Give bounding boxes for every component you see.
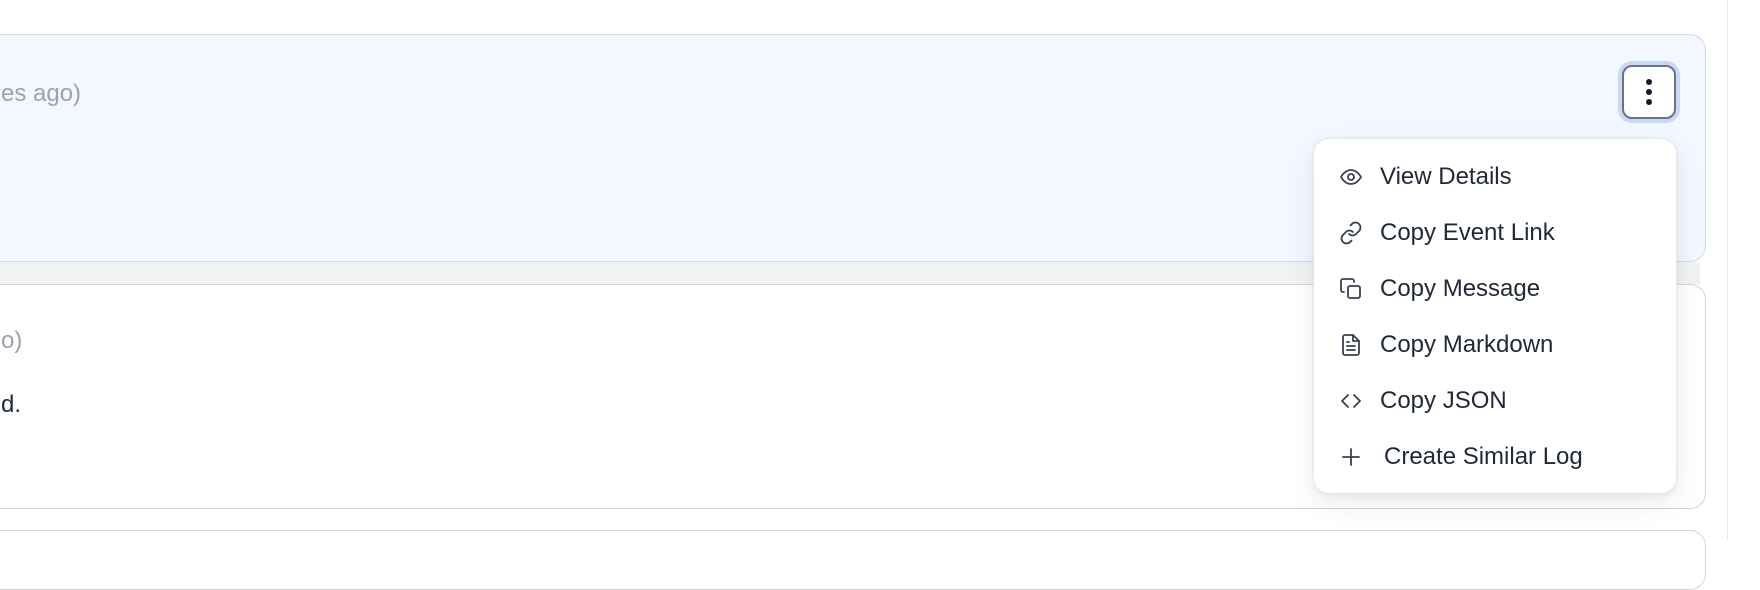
eye-icon (1338, 164, 1364, 190)
plus-icon (1338, 444, 1364, 470)
log-entry-card[interactable] (0, 530, 1706, 590)
code-icon (1338, 388, 1364, 414)
log-entry-message: d. (1, 391, 22, 418)
menu-item-label: Copy Markdown (1380, 331, 1554, 358)
menu-item-label: Copy Event Link (1380, 219, 1555, 246)
menu-item-label: Copy JSON (1380, 387, 1507, 414)
menu-item-copy-message[interactable]: Copy Message (1314, 261, 1676, 317)
log-entry-time: o) (1, 327, 23, 354)
menu-item-copy-event-link[interactable]: Copy Event Link (1314, 205, 1676, 261)
menu-item-copy-markdown[interactable]: Copy Markdown (1314, 317, 1676, 373)
menu-item-create-similar-log[interactable]: Create Similar Log (1314, 429, 1676, 485)
more-actions-button[interactable] (1622, 65, 1676, 119)
more-vertical-icon (1646, 79, 1652, 105)
menu-item-view-details[interactable]: View Details (1314, 149, 1676, 205)
file-text-icon (1338, 332, 1364, 358)
actions-dropdown-menu: View Details Copy Event Link Copy Messag… (1313, 138, 1677, 494)
link-icon (1338, 220, 1364, 246)
menu-item-label: Copy Message (1380, 275, 1541, 302)
scrollbar-track[interactable] (1727, 0, 1728, 540)
copy-icon (1338, 276, 1364, 302)
menu-item-label: Create Similar Log (1384, 443, 1583, 470)
menu-item-label: View Details (1380, 163, 1512, 190)
log-entry-time: es ago) (1, 80, 82, 107)
menu-item-copy-json[interactable]: Copy JSON (1314, 373, 1676, 429)
